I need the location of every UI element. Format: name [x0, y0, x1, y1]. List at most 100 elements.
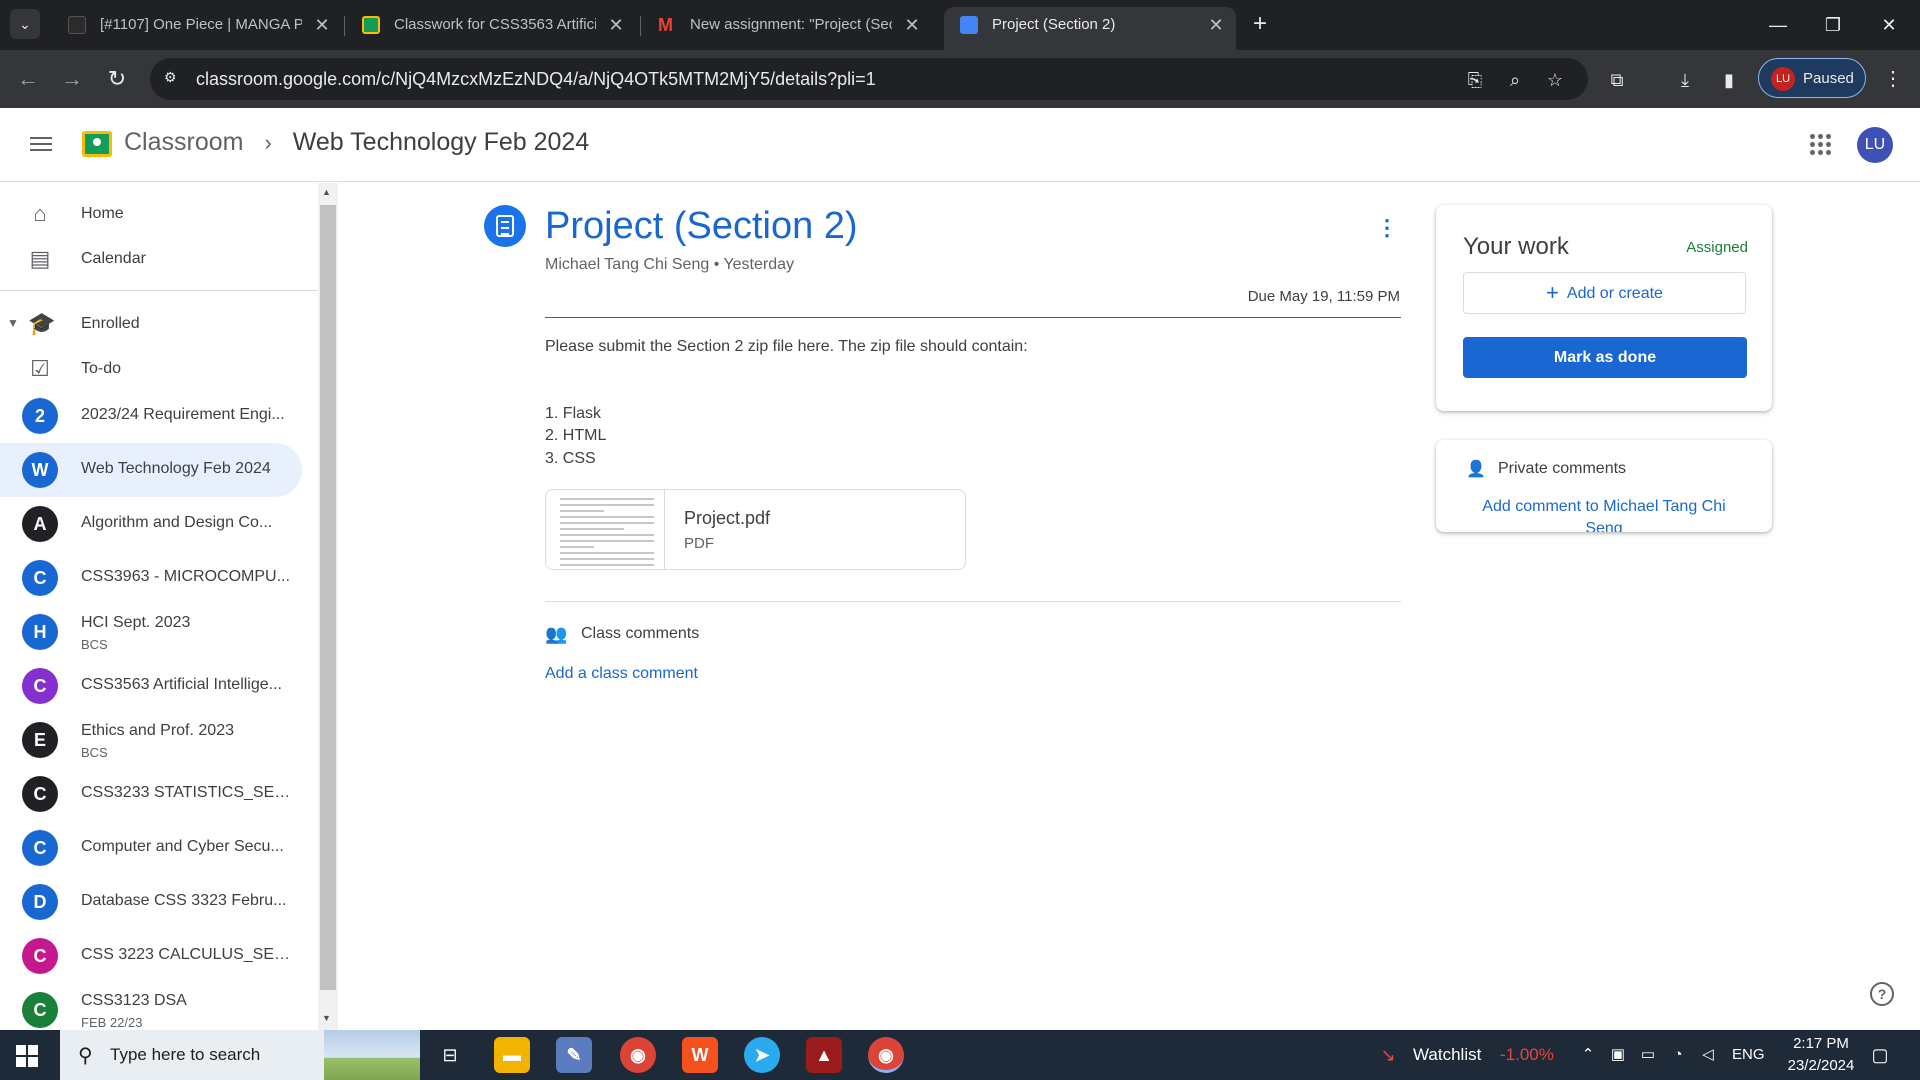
- game-app-icon[interactable]: ▲: [806, 1037, 842, 1073]
- your-work-title: Your work: [1463, 233, 1569, 260]
- scroll-up-arrow-icon[interactable]: ▲: [322, 187, 331, 197]
- task-view-icon[interactable]: ⊟: [432, 1037, 468, 1073]
- side-panel-icon[interactable]: ▮: [1716, 67, 1742, 93]
- site-info-icon[interactable]: ⚙: [164, 69, 184, 89]
- google-apps-icon[interactable]: [1810, 134, 1832, 156]
- sidebar-course[interactable]: 2 2023/24 Requirement Engi...: [0, 389, 302, 443]
- clock-time[interactable]: 2:17 PM: [1786, 1035, 1856, 1052]
- tab-manga-plus[interactable]: [#1107] One Piece | MANGA Plus ✕: [52, 7, 342, 43]
- more-options-icon[interactable]: ⋮: [1376, 214, 1398, 242]
- input-language[interactable]: ENG: [1732, 1046, 1765, 1063]
- sidebar-scrollbar[interactable]: ▲ ▼: [318, 183, 338, 1030]
- course-name: HCI Sept. 2023: [81, 614, 191, 631]
- url-text[interactable]: classroom.google.com/c/NjQ4MzcxMzEzNDQ4/…: [196, 69, 876, 90]
- close-tab-icon[interactable]: ✕: [902, 7, 922, 43]
- tab-project-section-2[interactable]: Project (Section 2) ✕: [944, 7, 1236, 50]
- restore-window-icon[interactable]: ❐: [1810, 8, 1856, 42]
- calendar-icon: ▤: [29, 246, 51, 271]
- home-icon: ⌂: [33, 201, 47, 226]
- notifications-icon[interactable]: ▢: [1870, 1045, 1890, 1065]
- sidebar-course[interactable]: H HCI Sept. 2023 BCS: [0, 605, 302, 659]
- clock-date[interactable]: 23/2/2024: [1772, 1057, 1870, 1074]
- download-icon[interactable]: ⤓: [1672, 67, 1698, 93]
- close-tab-icon[interactable]: ✕: [312, 7, 332, 43]
- sidebar-course[interactable]: D Database CSS 3323 Febru...: [0, 875, 302, 929]
- course-name: CSS3123 DSA: [81, 992, 187, 1009]
- taskbar-search-box[interactable]: ⚲ Type here to search: [60, 1030, 420, 1080]
- attachment-card[interactable]: Project.pdf PDF: [545, 489, 966, 570]
- course-letter-avatar: C: [22, 830, 58, 866]
- install-app-icon[interactable]: ⎘: [1463, 68, 1487, 92]
- forward-arrow-icon[interactable]: →: [56, 63, 88, 95]
- attachment-file-name: Project.pdf: [684, 508, 771, 528]
- tab-classwork[interactable]: Classwork for CSS3563 Artificial Intelli…: [346, 7, 636, 43]
- breadcrumb-classroom[interactable]: Classroom: [124, 128, 243, 156]
- search-highlight-illustration: [324, 1030, 420, 1080]
- wps-office-icon[interactable]: W: [682, 1037, 718, 1073]
- scrollbar-thumb[interactable]: [320, 205, 336, 990]
- battery-icon[interactable]: ▭: [1638, 1045, 1658, 1065]
- address-bar[interactable]: ⚙ classroom.google.com/c/NjQ4MzcxMzEzNDQ…: [150, 58, 1588, 100]
- course-letter-avatar: C: [22, 938, 58, 974]
- due-date: Due May 19, 11:59 PM: [1247, 288, 1400, 305]
- sidebar-item-todo[interactable]: ☑ To-do: [0, 347, 302, 391]
- sidebar-item-calendar[interactable]: ▤ Calendar: [0, 237, 302, 281]
- help-icon[interactable]: ?: [1870, 982, 1894, 1006]
- sidebar-item-home[interactable]: ⌂ Home: [0, 192, 302, 236]
- sidebar-course[interactable]: C CSS3563 Artificial Intellige...: [0, 659, 302, 713]
- mark-as-done-button[interactable]: Mark as done: [1463, 337, 1747, 378]
- account-avatar[interactable]: LU: [1857, 127, 1893, 163]
- tab-gmail[interactable]: M New assignment: "Project (Section 2)" …: [642, 7, 932, 43]
- course-name: CSS3563 Artificial Intellige...: [81, 676, 282, 693]
- sidebar-course[interactable]: C CSS 3223 CALCULUS_SEM...: [0, 929, 302, 983]
- zoom-icon[interactable]: ⌕: [1503, 68, 1527, 92]
- sidebar-item-enrolled[interactable]: 🎓 Enrolled: [0, 302, 302, 346]
- title-divider: [545, 317, 1401, 318]
- gmail-favicon-icon: M: [658, 15, 673, 35]
- windows-start-icon[interactable]: [16, 1045, 38, 1067]
- extensions-puzzle-icon[interactable]: ⧉: [1604, 67, 1630, 93]
- sidebar-course[interactable]: C CSS3233 STATISTICS_SEM ...: [0, 767, 302, 821]
- close-window-icon[interactable]: ✕: [1866, 8, 1912, 42]
- meet-now-icon[interactable]: ▣: [1608, 1045, 1628, 1065]
- classroom-logo-icon[interactable]: [82, 131, 112, 157]
- sidebar-item-label: To-do: [81, 360, 122, 377]
- chrome-profile-icon[interactable]: ◉: [868, 1037, 904, 1073]
- reload-icon[interactable]: ↻: [101, 63, 133, 95]
- add-private-comment-link[interactable]: Add comment to Michael Tang Chi Seng: [1466, 496, 1742, 532]
- course-name: Algorithm and Design Co...: [81, 514, 273, 531]
- browser-menu-icon[interactable]: ⋮: [1880, 66, 1906, 91]
- chrome-icon[interactable]: ◉: [620, 1037, 656, 1073]
- close-tab-icon[interactable]: ✕: [606, 7, 626, 43]
- sidebar-course[interactable]: E Ethics and Prof. 2023 BCS: [0, 713, 302, 767]
- sidebar-course[interactable]: C Computer and Cyber Secu...: [0, 821, 302, 875]
- todo-checklist-icon: ☑: [30, 356, 50, 381]
- breadcrumb-class[interactable]: Web Technology Feb 2024: [293, 128, 590, 156]
- volume-muted-icon[interactable]: ◁: [1698, 1045, 1718, 1065]
- plus-icon: +: [1546, 280, 1559, 305]
- course-name: Ethics and Prof. 2023: [81, 722, 234, 739]
- back-arrow-icon[interactable]: ←: [12, 63, 44, 95]
- watchlist-label[interactable]: Watchlist: [1413, 1045, 1481, 1065]
- wifi-icon[interactable]: ◔: [1668, 1045, 1688, 1065]
- course-name: CSS 3223 CALCULUS_SEM...: [81, 946, 296, 963]
- new-tab-button[interactable]: +: [1246, 10, 1274, 38]
- bookmark-star-icon[interactable]: ☆: [1543, 68, 1567, 92]
- paint-app-icon[interactable]: ✎: [556, 1037, 592, 1073]
- minimize-window-icon[interactable]: —: [1755, 8, 1801, 42]
- file-explorer-icon[interactable]: ▬: [494, 1037, 530, 1073]
- show-hidden-icons-chevron-icon[interactable]: ⌃: [1578, 1045, 1598, 1065]
- scroll-down-arrow-icon[interactable]: ▼: [322, 1013, 331, 1023]
- profile-button[interactable]: LU Paused: [1758, 58, 1866, 98]
- close-tab-icon[interactable]: ✕: [1206, 7, 1226, 43]
- sidebar-course[interactable]: C CSS3963 - MICROCOMPU...: [0, 551, 302, 605]
- tab-search-button[interactable]: ⌄: [10, 9, 40, 39]
- sidebar-course[interactable]: A Algorithm and Design Co...: [0, 497, 302, 551]
- add-or-create-button[interactable]: + Add or create: [1463, 272, 1746, 314]
- sidebar-course[interactable]: C CSS3123 DSA FEB 22/23: [0, 983, 302, 1030]
- main-menu-icon[interactable]: [28, 133, 54, 157]
- add-class-comment-link[interactable]: Add a class comment: [545, 665, 698, 683]
- sidebar-course-selected[interactable]: W Web Technology Feb 2024: [0, 443, 302, 497]
- chevron-right-icon: ›: [264, 130, 272, 155]
- telegram-icon[interactable]: ➤: [744, 1037, 780, 1073]
